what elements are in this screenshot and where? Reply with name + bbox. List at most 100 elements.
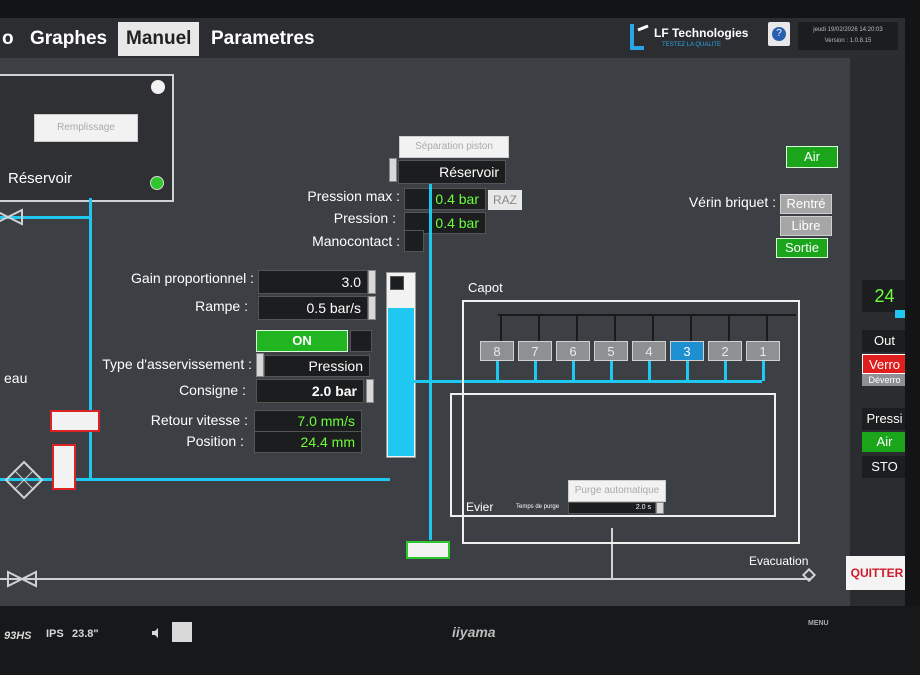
left-partial-label: eau	[4, 370, 28, 386]
on-button[interactable]: ON	[256, 330, 348, 352]
consigne-spinner[interactable]	[366, 379, 374, 403]
off-button[interactable]	[350, 330, 372, 352]
capot-slot-2[interactable]: 2	[708, 341, 742, 361]
capot-slot-hanger	[576, 315, 578, 341]
capot-slot-5[interactable]: 5	[594, 341, 628, 361]
monitor-bottom-bezel: 93HS IPS 23.8" iiyama MENU	[0, 606, 920, 675]
gain-spinner[interactable]	[368, 270, 376, 294]
hmi-screen: o Graphes Manuel Parametres LF Technolog…	[0, 18, 905, 606]
tab-graphes[interactable]: Graphes	[22, 22, 115, 56]
piston-fill	[388, 308, 414, 456]
capot-slot-feed	[648, 361, 651, 381]
remplissage-button[interactable]: Remplissage	[34, 114, 138, 142]
monitor-brand: iiyama	[452, 624, 496, 640]
raz-button[interactable]: RAZ	[488, 190, 522, 210]
datetime-box: jeudi 19/02/2026 14:20:03 Version : 1.0.…	[798, 22, 898, 50]
reservoir-indicator-white	[151, 80, 165, 94]
capot-slot-3[interactable]: 3	[670, 341, 704, 361]
version: Version : 1.0.8.15	[824, 38, 872, 44]
filter-diamond-icon	[4, 460, 44, 500]
left-vertical-valve[interactable]	[52, 444, 76, 490]
verin-libre-button[interactable]: Libre	[780, 216, 832, 236]
monitor-size: 23.8"	[72, 628, 99, 640]
quitter-button[interactable]: QUITTER	[846, 556, 905, 590]
type-value[interactable]: Pression	[264, 355, 370, 377]
capot-slot-feed	[496, 361, 499, 381]
consigne-value[interactable]: 2.0 bar	[256, 379, 364, 403]
verin-sortie-button[interactable]: Sortie	[776, 238, 828, 258]
qr-code-icon	[172, 622, 192, 642]
capot-slot-feed	[572, 361, 575, 381]
left-valve-box[interactable]	[50, 410, 100, 432]
right-level-bar	[895, 310, 905, 318]
pression-max-value: 0.4 bar	[404, 188, 486, 210]
capot-slot-1[interactable]: 1	[746, 341, 780, 361]
tab-bar: o Graphes Manuel Parametres LF Technolog…	[0, 18, 905, 58]
capot-slot-4[interactable]: 4	[632, 341, 666, 361]
capot-slot-6[interactable]: 6	[556, 341, 590, 361]
capot-slot-feed	[762, 361, 765, 381]
tab-manuel[interactable]: Manuel	[118, 22, 200, 56]
speaker-icon	[150, 626, 164, 640]
monitor-ips: IPS	[46, 628, 64, 640]
datetime: jeudi 19/02/2026 14:20:03	[813, 27, 883, 33]
consigne-label: Consigne :	[179, 382, 246, 398]
capot-slot-hanger	[538, 315, 540, 341]
help-icon: ?	[772, 27, 786, 41]
valve-icon-bottom[interactable]	[6, 570, 40, 588]
pression-max-label: Pression max :	[307, 188, 400, 204]
source-spinner[interactable]	[389, 158, 397, 182]
monitor-menu[interactable]: MENU	[808, 620, 829, 627]
pipe-left-vertical	[89, 198, 92, 480]
capot-slot-hanger	[500, 315, 502, 341]
retour-vitesse-value: 7.0 mm/s	[254, 410, 362, 432]
source-value[interactable]: Réservoir	[398, 160, 506, 184]
capot-slot-hanger	[614, 315, 616, 341]
capot-slot-feed	[686, 361, 689, 381]
type-spinner[interactable]	[256, 353, 264, 377]
capot-slot-hanger	[690, 315, 692, 341]
pressi-label: Pressi	[862, 408, 905, 430]
verin-air-button[interactable]: Air	[786, 146, 838, 168]
lf-logo-icon	[628, 20, 650, 54]
monitor-model: 93HS	[4, 630, 32, 642]
manocontact-label: Manocontact :	[312, 233, 400, 249]
right-air-button[interactable]: Air	[862, 432, 905, 452]
rampe-value[interactable]: 0.5 bar/s	[258, 296, 368, 320]
purge-automatique-button[interactable]: Purge automatique	[568, 480, 666, 502]
tab-partial[interactable]: o	[0, 22, 22, 56]
pression-label: Pression :	[333, 210, 396, 226]
purge-time-spinner[interactable]	[656, 502, 664, 514]
verin-label: Vérin briquet :	[688, 194, 776, 210]
purge-time-value[interactable]: 2.0 s	[568, 502, 656, 514]
purge-time-label: Temps de purge	[516, 504, 560, 510]
capot-slot-8[interactable]: 8	[480, 341, 514, 361]
capot-rail	[498, 314, 796, 316]
capot-slot-hanger	[652, 315, 654, 341]
sto-button[interactable]: STO	[862, 456, 905, 478]
out-button[interactable]: Out	[862, 330, 905, 352]
capot-slot-7[interactable]: 7	[518, 341, 552, 361]
deverro-button[interactable]: Déverro	[862, 374, 905, 386]
capot-slot-feed	[610, 361, 613, 381]
verin-rentre-button[interactable]: Rentré	[780, 194, 832, 214]
logo-tagline: TESTEZ LA QUALITE	[662, 42, 722, 48]
capot-title: Capot	[468, 280, 503, 295]
valve-icon-top[interactable]	[0, 208, 26, 226]
manocontact-indicator	[404, 230, 424, 252]
verro-button[interactable]: Verro	[862, 354, 905, 374]
tab-parametres[interactable]: Parametres	[203, 22, 323, 56]
pipe-center-vertical	[429, 184, 432, 540]
help-button[interactable]: ?	[768, 22, 790, 46]
piston-head	[390, 276, 404, 290]
bottom-valve-green[interactable]	[406, 541, 450, 559]
reservoir-indicator-green	[150, 176, 164, 190]
reservoir-title: Réservoir	[8, 170, 73, 187]
rampe-spinner[interactable]	[368, 296, 376, 320]
right-value-24: 24	[862, 280, 905, 312]
capot-slot-hanger	[728, 315, 730, 341]
gain-value[interactable]: 3.0	[258, 270, 368, 294]
evacuation-label: Evacuation	[749, 554, 809, 568]
position-label: Position :	[186, 433, 244, 449]
separation-piston-button[interactable]: Séparation piston	[399, 136, 509, 158]
